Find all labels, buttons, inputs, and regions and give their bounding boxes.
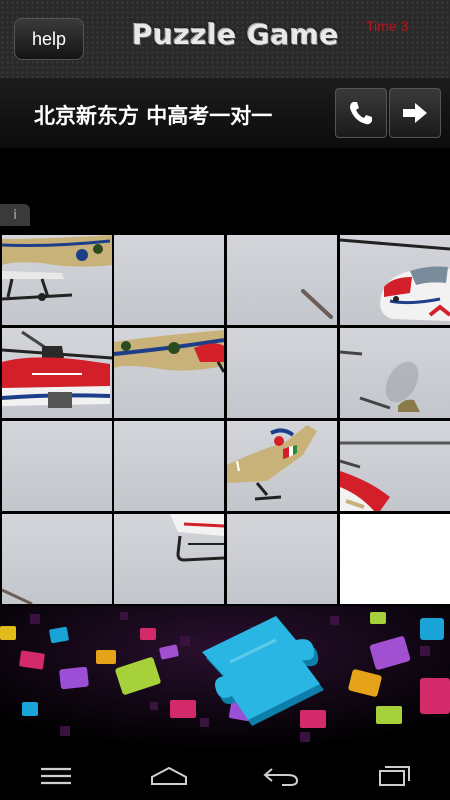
puzzle-tile[interactable] [227, 421, 337, 511]
puzzle-tile[interactable] [2, 235, 112, 325]
home-icon [150, 766, 187, 785]
puzzle-board [0, 233, 450, 606]
timer-readout: Time 3 [366, 18, 409, 34]
call-button[interactable] [335, 88, 387, 138]
puzzle-tile[interactable] [340, 235, 450, 325]
puzzle-tile[interactable] [114, 235, 224, 325]
puzzle-tile[interactable] [227, 235, 337, 325]
go-button[interactable] [389, 88, 441, 138]
puzzle-pieces-decoration [0, 606, 450, 752]
arrow-right-icon [403, 103, 427, 123]
puzzle-tile[interactable] [2, 421, 112, 511]
puzzle-tile[interactable] [2, 514, 112, 604]
puzzle-tile[interactable] [114, 421, 224, 511]
recent-apps-icon [378, 766, 410, 786]
app-title: Puzzle Game [132, 18, 339, 51]
phone-icon [350, 102, 372, 125]
puzzle-tile[interactable] [340, 421, 450, 511]
menu-button[interactable] [26, 756, 86, 796]
ad-banner[interactable]: 北京新东方 中高考一对一 i [0, 78, 450, 226]
help-button[interactable]: help [14, 18, 84, 60]
recents-button[interactable] [364, 756, 424, 796]
empty-tile[interactable] [340, 514, 450, 604]
title-bar: help Puzzle Game Time 3 [0, 0, 450, 78]
puzzle-tile[interactable] [114, 514, 224, 604]
ad-text[interactable]: 北京新东方 中高考一对一 [34, 100, 272, 130]
puzzle-tile[interactable] [2, 328, 112, 418]
puzzle-tile[interactable] [227, 514, 337, 604]
puzzle-tile[interactable] [227, 328, 337, 418]
back-button[interactable] [251, 756, 311, 796]
home-button[interactable] [139, 756, 199, 796]
system-nav-bar [0, 752, 450, 800]
back-icon [263, 768, 299, 786]
menu-icon [41, 767, 72, 785]
puzzle-tile[interactable] [114, 328, 224, 418]
ad-info-icon[interactable]: i [0, 204, 30, 226]
puzzle-tile[interactable] [340, 328, 450, 418]
